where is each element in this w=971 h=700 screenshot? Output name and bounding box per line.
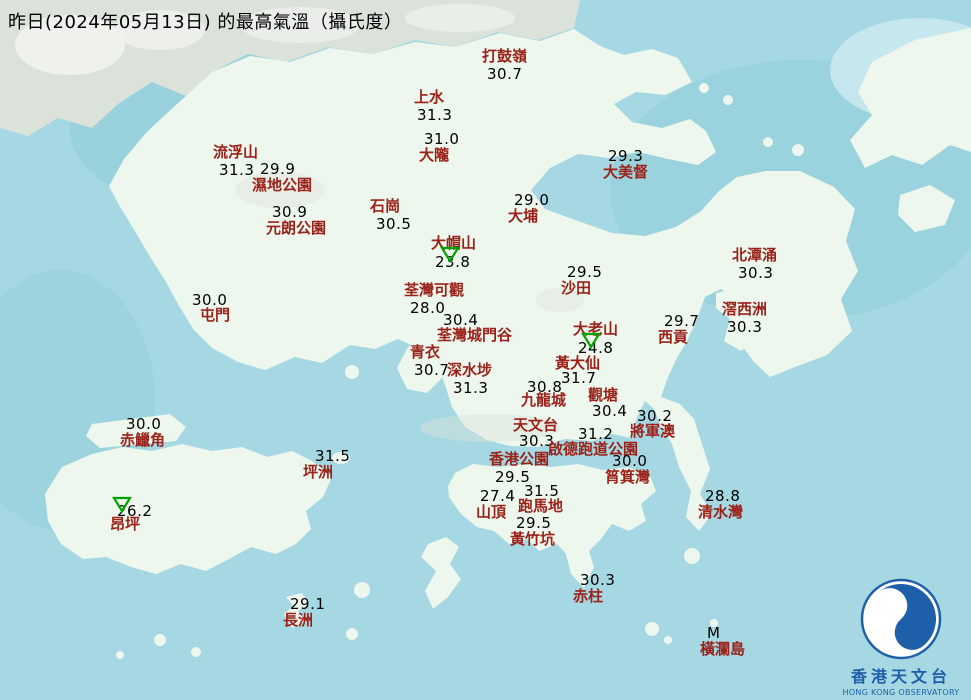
station-name-label: 西貢	[658, 328, 689, 346]
station-name-label: 深水埗	[447, 361, 493, 379]
station-temp-value: 29.5	[567, 263, 603, 281]
page-title: 昨日(2024年05月13日) 的最高氣溫（攝氏度）	[8, 12, 403, 33]
station-name-label: 赤鱲角	[120, 431, 166, 449]
station-name-label: 濕地公園	[252, 176, 313, 194]
station-name-label: 滘西洲	[722, 300, 768, 318]
triangle-marker-icon	[440, 246, 460, 264]
station-name-label: 大隴	[419, 146, 450, 164]
small-island	[792, 144, 804, 156]
station-name-label: 荃灣可觀	[404, 281, 465, 299]
weather-map: 昨日(2024年05月13日) 的最高氣溫（攝氏度） 打鼓嶺 30.7 上水 31.3…	[0, 0, 971, 700]
urban-patch	[405, 4, 515, 32]
station-temp-value: 30.7	[414, 361, 450, 379]
station-name-label: 將軍澳	[630, 422, 676, 440]
station-name-label: 跑馬地	[518, 497, 564, 515]
station-name-label: 元朗公園	[266, 219, 327, 237]
triangle-marker-icon	[581, 332, 601, 350]
station-temp-value: 31.5	[315, 447, 351, 465]
hong-kong-map	[0, 0, 971, 700]
station-temp-value: 29.3	[608, 147, 644, 165]
station-name-label: 香港公園	[489, 450, 550, 468]
station-temp-value: 29.0	[514, 191, 550, 209]
station-temp-value: M	[707, 624, 721, 642]
station-temp-value: 31.0	[424, 130, 460, 148]
station-temp-value: 31.7	[561, 369, 597, 387]
hko-logo: 香港天文台 HONG KONG OBSERVATORY	[841, 577, 961, 697]
station-name-label: 長洲	[283, 611, 314, 629]
tung-lung-island	[684, 548, 700, 564]
station-temp-value: 30.5	[376, 215, 412, 233]
station-temp-value: 30.3	[580, 571, 616, 589]
small-island	[154, 634, 166, 646]
station-temp-value: 31.3	[219, 161, 255, 179]
small-island	[354, 582, 370, 598]
station-temp-value: 28.0	[410, 299, 446, 317]
station-name-label: 石崗	[370, 197, 401, 215]
small-island	[664, 636, 672, 644]
station-name-label: 北潭涌	[732, 246, 778, 264]
station-temp-value: 30.0	[126, 415, 162, 433]
station-temp-value: 31.3	[417, 106, 453, 124]
station-name-label: 流浮山	[213, 143, 259, 161]
station-name-label: 橫瀾島	[700, 640, 746, 658]
small-island	[723, 95, 733, 105]
station-name-label: 大埔	[508, 207, 539, 225]
station-name-label: 清水灣	[698, 503, 744, 521]
station-temp-value: 31.5	[524, 482, 560, 500]
hko-logo-name-en: HONG KONG OBSERVATORY	[842, 688, 960, 697]
station-temp-value: 30.3	[727, 318, 763, 336]
small-island	[346, 628, 358, 640]
station-temp-value: 29.7	[664, 312, 700, 330]
station-temp-value: 31.2	[578, 425, 614, 443]
station-name-label: 觀塘	[588, 386, 619, 404]
station-temp-value: 29.1	[290, 595, 326, 613]
po-toi-island	[645, 622, 659, 636]
station-name-label: 屯門	[200, 306, 231, 324]
station-name-label: 黃竹坑	[510, 530, 556, 548]
station-name-label: 筲箕灣	[605, 468, 651, 486]
small-island	[191, 647, 201, 657]
hko-logo-icon	[860, 578, 942, 660]
small-island	[763, 137, 773, 147]
station-temp-value: 28.8	[705, 487, 741, 505]
station-temp-value: 30.2	[637, 407, 673, 425]
station-name-label: 打鼓嶺	[482, 47, 528, 65]
station-name-label: 赤柱	[573, 587, 604, 605]
station-name-label: 荃灣城門谷	[437, 326, 513, 344]
small-island	[116, 651, 124, 659]
station-temp-value: 30.3	[738, 264, 774, 282]
station-name-label: 上水	[414, 88, 445, 106]
small-island	[699, 83, 709, 93]
triangle-marker-icon	[112, 496, 132, 514]
station-name-label: 青衣	[410, 343, 441, 361]
station-temp-value: 29.9	[260, 160, 296, 178]
station-name-label: 山頂	[476, 503, 507, 521]
ma-wan-island	[345, 365, 359, 379]
station-temp-value: 31.3	[453, 379, 489, 397]
station-temp-value: 29.5	[516, 514, 552, 532]
station-temp-value: 30.4	[443, 311, 479, 329]
station-name-label: 天文台	[513, 416, 559, 434]
station-temp-value: 30.9	[272, 203, 308, 221]
station-name-label: 大美督	[603, 163, 649, 181]
station-name-label: 坪洲	[303, 463, 334, 481]
hko-logo-name-zh: 香港天文台	[850, 667, 951, 686]
station-temp-value: 30.0	[612, 452, 648, 470]
station-temp-value: 30.7	[487, 65, 523, 83]
station-temp-value: 30.8	[527, 378, 563, 396]
station-temp-value: 30.0	[192, 291, 228, 309]
station-name-label: 沙田	[561, 279, 592, 297]
station-temp-value: 30.4	[592, 402, 628, 420]
station-temp-value: 27.4	[480, 487, 516, 505]
